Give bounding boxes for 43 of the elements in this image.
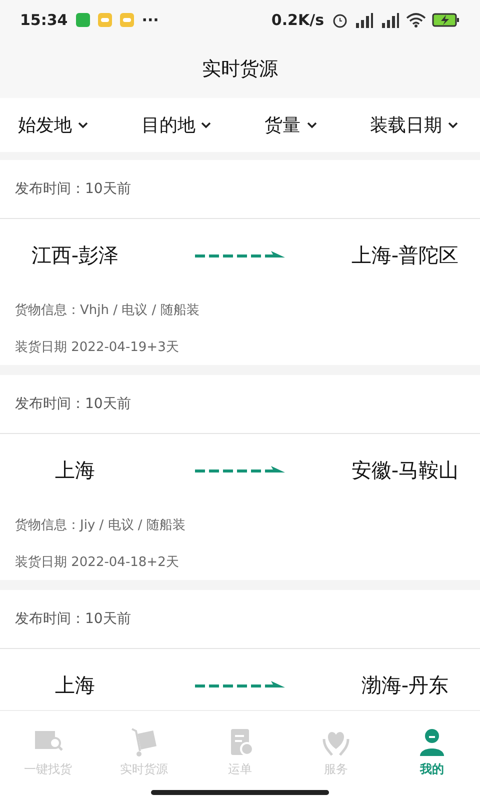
filter-dropdown[interactable]: 始发地 [18, 113, 88, 137]
app-icon [76, 13, 90, 27]
destination: 渤海-丹东 [360, 672, 449, 698]
signal-icon [354, 12, 374, 28]
chevron-icon [448, 122, 458, 128]
arrow-icon [195, 465, 285, 475]
publish-time: 发布时间：10天前 [15, 180, 131, 198]
cargo-info: 货物信息：Vhjh / 电议 / 随船装 [15, 302, 200, 318]
signal-icon [380, 12, 400, 28]
wifi-icon [406, 12, 426, 28]
status-time: 15:34 [20, 11, 68, 29]
cargo-card[interactable]: 发布时间：10天前 上海 安徽-马鞍山 货物信息：Jiy / 电议 / 随船装 装货日期 2022-04-18+2天 [0, 375, 480, 580]
cart-icon [129, 727, 159, 757]
filter-dropdown[interactable]: 货量 [264, 113, 317, 137]
home-indicator[interactable] [151, 790, 329, 795]
message-icon [120, 13, 134, 27]
publish-time: 发布时间：10天前 [15, 610, 131, 628]
chevron-icon [78, 122, 88, 128]
user-icon [417, 727, 447, 757]
filter-dropdown[interactable]: 装载日期 [370, 113, 458, 137]
loading-date: 装货日期 2022-04-18+2天 [15, 554, 179, 570]
arrow-icon [195, 250, 285, 260]
network-speed: 0.2K/s [271, 11, 324, 29]
publish-time: 发布时间：10天前 [15, 395, 131, 413]
origin: 江西-彭泽 [31, 242, 120, 268]
message-icon [98, 13, 112, 27]
more-notifications: ··· [142, 11, 159, 29]
alarm-icon [332, 12, 348, 28]
destination: 上海-普陀区 [350, 242, 459, 268]
cargo-card[interactable]: 发布时间：10天前 上海 渤海-丹东 [0, 590, 480, 710]
nav-tab[interactable]: 我的 [384, 727, 480, 778]
chevron-icon [201, 122, 212, 128]
destination: 安徽-马鞍山 [350, 456, 459, 484]
loading-date: 装货日期 2022-04-19+3天 [15, 338, 179, 356]
arrow-icon [195, 680, 285, 690]
page-title: 实时货源 [202, 57, 278, 82]
origin: 上海 [55, 672, 96, 698]
origin: 上海 [55, 456, 96, 484]
chevron-icon [306, 122, 317, 128]
battery-icon [432, 12, 460, 28]
filter-dropdown[interactable]: 目的地 [141, 113, 212, 137]
cargo-info: 货物信息：Jiy / 电议 / 随船装 [15, 516, 186, 534]
cargo-card[interactable]: 发布时间：10天前 江西-彭泽 上海-普陀区 货物信息：Vhjh / 电议 / 随船装 装货日期 2022-04-19+3天 [0, 160, 480, 365]
